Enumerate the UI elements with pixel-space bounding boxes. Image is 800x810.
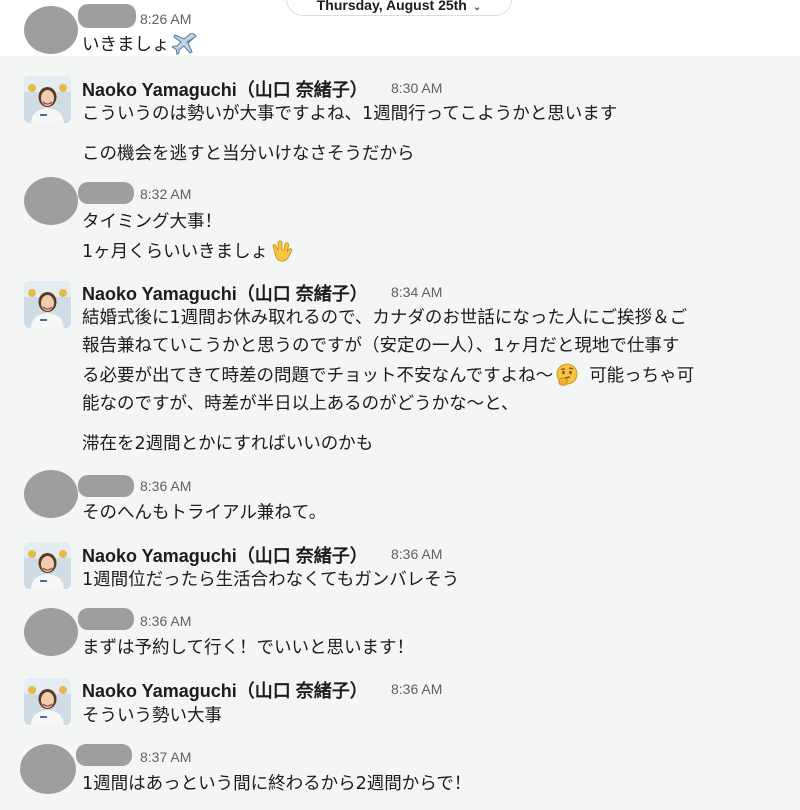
message-text: この機会を逃すと当分いけなさそうだから <box>82 144 415 164</box>
avatar[interactable] <box>24 608 78 656</box>
message-text: そういう勢い大事 <box>82 706 222 726</box>
avatar[interactable] <box>24 177 78 225</box>
sender-name[interactable]: Naoko Yamaguchi（山口 奈緒子） <box>82 677 368 703</box>
message-text: まずは予約して行く！でいいと思います！ <box>82 638 414 658</box>
avatar[interactable] <box>24 76 71 123</box>
message-text: 結婚式後に1週間お休み取れるので、カナダのお世話になった人にご挨拶＆ご <box>82 308 688 328</box>
avatar[interactable] <box>24 281 71 328</box>
message-group-area: 8:26 AM いきましょ Thursday, August 25th ⌄ <box>0 0 800 56</box>
user-photo-icon <box>24 542 71 589</box>
avatar[interactable] <box>24 542 71 589</box>
message-timestamp[interactable]: 8:36 AM <box>140 613 191 629</box>
message-text: る必要が出てきて時差の問題でチョット不安なんですよね〜 可能っちゃ可 <box>82 363 694 388</box>
message-timestamp[interactable]: 8:37 AM <box>140 749 191 765</box>
message-text: 能なのですが、時差が半日以上あるのがどうかな〜と、 <box>82 394 519 414</box>
message-text: こういうのは勢いが大事ですよね、1週間行ってこようかと思います <box>82 104 618 124</box>
message-timestamp[interactable]: 8:36 AM <box>140 478 191 494</box>
sender-name[interactable]: Naoko Yamaguchi（山口 奈緒子） <box>82 542 368 568</box>
message-text: 1週間はあっという間に終わるから2週間からで！ <box>82 774 472 794</box>
message-text: 1ヶ月くらいいきましょ <box>82 239 294 264</box>
airplane-emoji-icon <box>171 33 197 55</box>
date-divider-label: Thursday, August 25th <box>316 0 467 13</box>
sender-name[interactable]: Naoko Yamaguchi（山口 奈緒子） <box>82 280 368 306</box>
message-timestamp[interactable]: 8:34 AM <box>391 284 442 300</box>
message-text: 1週間位だったら生活合わなくてもガンバレそう <box>82 570 460 590</box>
message-timestamp[interactable]: 8:36 AM <box>391 546 442 562</box>
love-you-gesture-emoji-icon <box>272 240 293 262</box>
avatar[interactable] <box>24 470 78 518</box>
redacted-sender-name[interactable] <box>78 182 134 204</box>
message-text: いきましょ <box>82 33 198 57</box>
message-timestamp[interactable]: 8:30 AM <box>391 80 442 96</box>
avatar[interactable] <box>24 678 71 725</box>
chevron-down-icon: ⌄ <box>472 2 482 13</box>
message-text: そのへんもトライアル兼ねて。 <box>82 503 327 523</box>
redacted-sender-name[interactable] <box>78 475 134 497</box>
sender-name[interactable]: Naoko Yamaguchi（山口 奈緒子） <box>82 76 368 102</box>
redacted-sender-name[interactable] <box>78 608 134 630</box>
message-text: 報告兼ねていこうかと思うのですが（安定の一人）、1ヶ月だと現地で仕事す <box>82 336 680 356</box>
message-text: タイミング大事！ <box>82 212 222 232</box>
date-divider-button[interactable]: Thursday, August 25th ⌄ <box>286 0 512 16</box>
user-photo-icon <box>24 281 71 328</box>
thinking-face-emoji-icon <box>556 363 578 386</box>
message-timestamp[interactable]: 8:26 AM <box>140 11 191 27</box>
user-photo-icon <box>24 678 71 725</box>
user-photo-icon <box>24 76 71 123</box>
chat-view: 8:26 AM いきましょ Thursday, August 25th ⌄ Nao… <box>0 0 800 810</box>
message-timestamp[interactable]: 8:36 AM <box>391 681 442 697</box>
message-list: Naoko Yamaguchi（山口 奈緒子） 8:30 AM こういうのは勢い… <box>0 56 800 810</box>
avatar[interactable] <box>20 744 76 794</box>
avatar[interactable] <box>24 6 78 54</box>
redacted-sender-name[interactable] <box>78 4 136 28</box>
redacted-sender-name[interactable] <box>76 744 132 766</box>
message-text: 滞在を2週間とかにすればいいのかも <box>82 434 374 454</box>
message-timestamp[interactable]: 8:32 AM <box>140 186 191 202</box>
